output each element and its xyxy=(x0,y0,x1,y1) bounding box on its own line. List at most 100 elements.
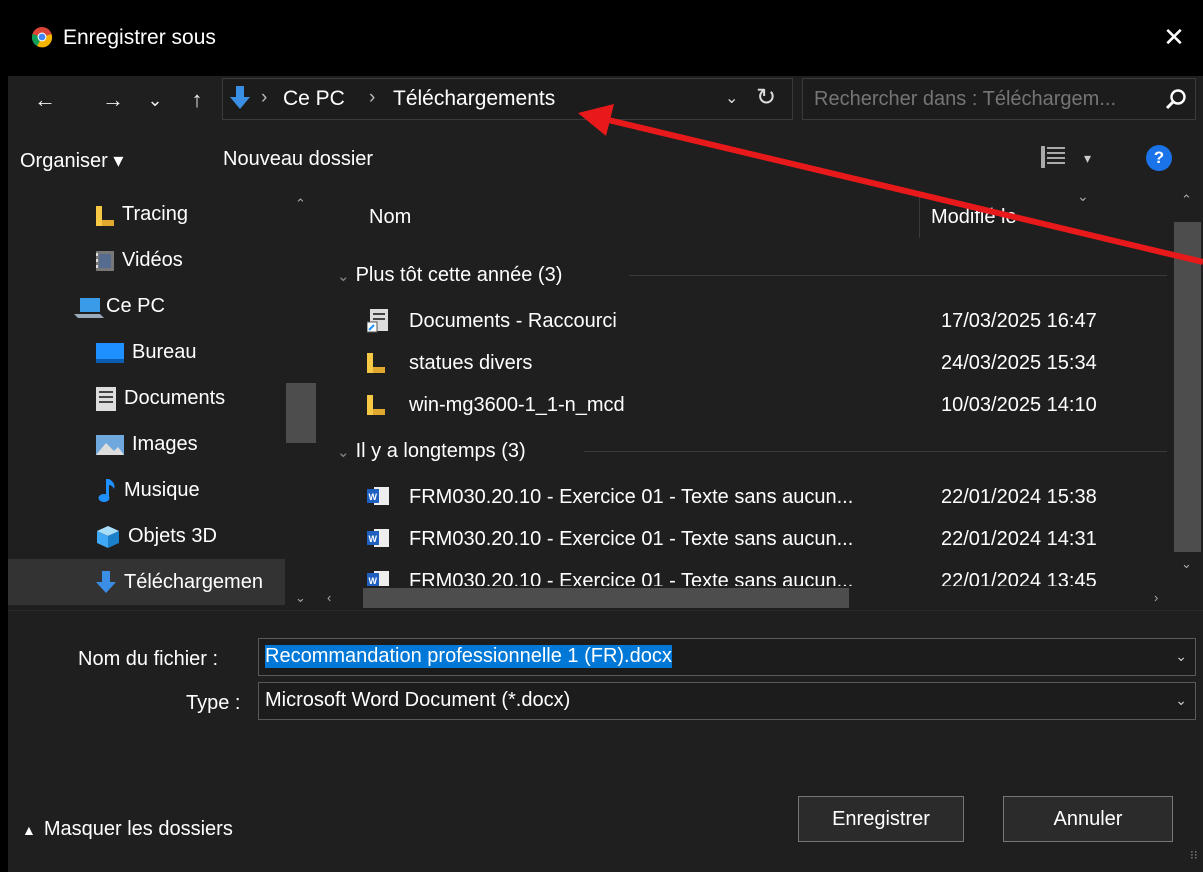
column-header-name[interactable]: Nom xyxy=(369,206,411,229)
file-type-select[interactable]: Microsoft Word Document (*.docx) ⌄ xyxy=(258,682,1196,720)
hide-folders-label: Masquer les dossiers xyxy=(43,818,233,840)
images-icon xyxy=(96,434,124,455)
breadcrumb-ce-pc[interactable]: Ce PC xyxy=(283,87,345,111)
folder-icon xyxy=(367,395,385,415)
hide-folders-toggle[interactable]: ▲ Masquer les dossiers xyxy=(22,818,233,841)
new-folder-button[interactable]: Nouveau dossier xyxy=(223,148,373,171)
search-input[interactable] xyxy=(803,79,1153,119)
scroll-up-icon[interactable]: ⌃ xyxy=(1181,192,1192,208)
help-button[interactable]: ? xyxy=(1146,145,1172,171)
cancel-button[interactable]: Annuler xyxy=(1003,796,1173,842)
file-row[interactable]: W FRM030.20.10 - Exercice 01 - Texte san… xyxy=(351,518,1171,560)
column-divider[interactable] xyxy=(919,196,920,238)
folder-icon xyxy=(367,353,385,373)
music-icon xyxy=(98,478,115,502)
downloads-icon xyxy=(96,570,116,593)
documents-icon xyxy=(96,386,116,411)
file-date: 22/01/2024 13:45 xyxy=(941,570,1097,586)
file-name: FRM030.20.10 - Exercice 01 - Texte sans … xyxy=(409,486,854,508)
group-header-long-ago[interactable]: ⌄ Il y a longtemps (3) xyxy=(337,440,526,463)
chevron-down-icon: ⌄ xyxy=(337,268,350,285)
sidebar-item-telechargements[interactable]: Téléchargemen xyxy=(8,559,285,605)
sidebar-item-label: Images xyxy=(132,433,198,455)
file-row[interactable]: win-mg3600-1_1-n_mcd 10/03/2025 14:10 xyxy=(351,384,1171,426)
file-row[interactable]: Documents - Raccourci 17/03/2025 16:47 xyxy=(351,300,1171,342)
file-date: 17/03/2025 16:47 xyxy=(941,310,1097,332)
sidebar-item-musique[interactable]: Musique xyxy=(98,467,200,513)
group-label: Il y a longtemps (3) xyxy=(355,440,526,462)
sidebar-item-objets-3d[interactable]: Objets 3D xyxy=(96,513,217,559)
group-header-this-year[interactable]: ⌄ Plus tôt cette année (3) xyxy=(337,264,562,287)
folder-icon xyxy=(96,205,114,226)
sidebar-item-videos[interactable]: Vidéos xyxy=(96,237,183,283)
chrome-icon xyxy=(31,27,53,48)
sidebar-item-documents[interactable]: Documents xyxy=(96,375,225,421)
close-button[interactable]: ✕ xyxy=(1157,20,1191,54)
computer-icon xyxy=(74,297,104,318)
list-vertical-scroll-thumb[interactable] xyxy=(1174,222,1201,552)
search-box[interactable] xyxy=(802,78,1196,120)
sidebar-item-label: Bureau xyxy=(132,341,197,363)
svg-text:W: W xyxy=(369,492,378,502)
shortcut-icon xyxy=(367,309,388,333)
scroll-right-icon[interactable]: › xyxy=(1154,590,1158,605)
address-bar[interactable]: › Ce PC › Téléchargements ⌄ ↻ xyxy=(222,78,793,120)
save-button[interactable]: Enregistrer xyxy=(798,796,964,842)
file-date: 22/01/2024 15:38 xyxy=(941,486,1097,508)
filename-field[interactable]: Recommandation professionnelle 1 (FR).do… xyxy=(258,638,1196,676)
type-label: Type : xyxy=(186,692,241,714)
file-row[interactable]: W FRM030.20.10 - Exercice 01 - Texte san… xyxy=(351,560,1171,586)
breadcrumb-downloads[interactable]: Téléchargements xyxy=(393,87,555,111)
view-options-icon[interactable] xyxy=(1041,145,1065,169)
group-label: Plus tôt cette année (3) xyxy=(355,264,563,286)
title-bar: Enregistrer sous ✕ xyxy=(8,0,1203,76)
search-icon[interactable] xyxy=(1165,88,1187,110)
group-divider xyxy=(629,275,1167,276)
view-dropdown-icon[interactable]: ▾ xyxy=(1084,150,1091,167)
window-title: Enregistrer sous xyxy=(63,26,216,49)
sidebar-item-images[interactable]: Images xyxy=(96,421,198,467)
file-name: FRM030.20.10 - Exercice 01 - Texte sans … xyxy=(409,570,854,586)
address-dropdown-icon[interactable]: ⌄ xyxy=(725,88,738,108)
sidebar-item-bureau[interactable]: Bureau xyxy=(96,329,197,375)
breadcrumb-separator: › xyxy=(261,87,268,108)
desktop-icon xyxy=(96,342,124,363)
refresh-icon[interactable]: ↻ xyxy=(756,83,776,112)
file-name: FRM030.20.10 - Exercice 01 - Texte sans … xyxy=(409,528,854,550)
file-row[interactable]: statues divers 24/03/2025 15:34 xyxy=(351,342,1171,384)
file-date: 24/03/2025 15:34 xyxy=(941,352,1097,374)
forward-button[interactable]: → xyxy=(98,84,128,116)
resize-grip-icon[interactable]: ⁝⁝ xyxy=(1190,848,1198,862)
sidebar-scroll-up-icon[interactable]: ⌃ xyxy=(295,196,306,212)
filename-input[interactable]: Recommandation professionnelle 1 (FR).do… xyxy=(265,645,672,668)
back-button[interactable]: ← xyxy=(30,84,60,116)
file-list: Nom Modifié le ⌄ ⌄ Plus tôt cette année (… xyxy=(319,188,1172,586)
scroll-left-icon[interactable]: ‹ xyxy=(327,590,331,605)
recent-locations-button[interactable]: ⌄ xyxy=(144,84,166,116)
group-divider xyxy=(584,451,1167,452)
file-row[interactable]: W FRM030.20.10 - Exercice 01 - Texte san… xyxy=(351,476,1171,518)
sidebar-item-label: Objets 3D xyxy=(128,525,217,547)
file-name: win-mg3600-1_1-n_mcd xyxy=(409,394,625,416)
sidebar-scroll-down-icon[interactable]: ⌄ xyxy=(295,590,306,606)
breadcrumb-separator: › xyxy=(369,87,376,108)
file-date: 10/03/2025 14:10 xyxy=(941,394,1097,416)
sidebar-scroll-thumb[interactable] xyxy=(286,383,316,443)
organize-button[interactable]: Organiser ▾ xyxy=(20,148,123,173)
navigation-pane: Tracing Vidéos Ce PC Bureau Documents Im… xyxy=(8,188,316,610)
chevron-down-icon[interactable]: ⌄ xyxy=(1175,692,1187,709)
sidebar-item-ce-pc[interactable]: Ce PC xyxy=(74,283,165,329)
word-icon: W xyxy=(367,529,389,547)
up-button[interactable]: ↑ xyxy=(184,84,210,116)
chevron-down-icon[interactable]: ⌄ xyxy=(1175,648,1187,665)
column-header-modified[interactable]: Modifié le xyxy=(931,206,1017,229)
sidebar-item-label: Ce PC xyxy=(106,295,165,317)
file-name: statues divers xyxy=(409,352,533,374)
scroll-down-icon[interactable]: ⌄ xyxy=(1181,556,1192,572)
sidebar-item-tracing[interactable]: Tracing xyxy=(96,191,188,237)
word-icon: W xyxy=(367,571,389,586)
sidebar-item-label: Vidéos xyxy=(122,249,183,271)
sidebar-item-label: Documents xyxy=(124,387,226,409)
save-as-dialog: Enregistrer sous ✕ ← → ⌄ ↑ › Ce PC › Tél… xyxy=(8,0,1203,872)
list-horizontal-scroll-thumb[interactable] xyxy=(363,588,849,608)
